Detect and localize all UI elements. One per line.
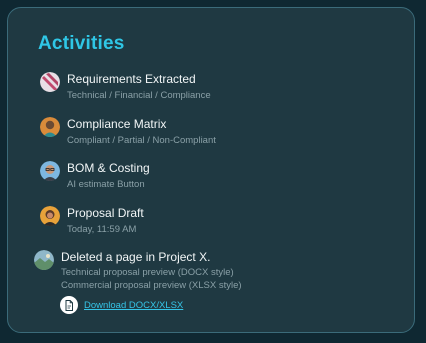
activity-subtitle: AI estimate Button xyxy=(67,179,145,190)
download-docx-xlsx-button[interactable]: Download DOCX/XLSX xyxy=(60,296,183,314)
document-icon xyxy=(60,296,78,314)
activity-subtitle: Compliant / Partial / Non-Compliant xyxy=(67,135,216,146)
activity-title: Proposal Draft xyxy=(67,206,144,220)
activity-subtitle: Technical / Financial / Compliance xyxy=(67,90,211,101)
striped-avatar-icon xyxy=(40,72,60,92)
activity-title: Deleted a page in Project X. xyxy=(61,250,211,264)
activity-detail-line: Technical proposal preview (DOCX style) xyxy=(61,267,234,278)
activities-panel: Activities Requirements Extracted Techni… xyxy=(7,7,415,333)
activity-title: Requirements Extracted xyxy=(67,72,196,86)
activity-subtitle: Today, 11:59 AM xyxy=(67,224,137,235)
person-avatar-icon xyxy=(40,117,60,137)
person-glasses-avatar-icon xyxy=(40,161,60,181)
activity-title: BOM & Costing xyxy=(67,161,150,175)
landscape-thumbnail-icon xyxy=(34,250,54,270)
person-avatar-icon xyxy=(40,206,60,226)
activity-detail-line: Commercial proposal preview (XLSX style) xyxy=(61,280,242,291)
activity-title: Compliance Matrix xyxy=(67,117,167,131)
download-link[interactable]: Download DOCX/XLSX xyxy=(84,300,183,311)
panel-title: Activities xyxy=(38,33,125,54)
